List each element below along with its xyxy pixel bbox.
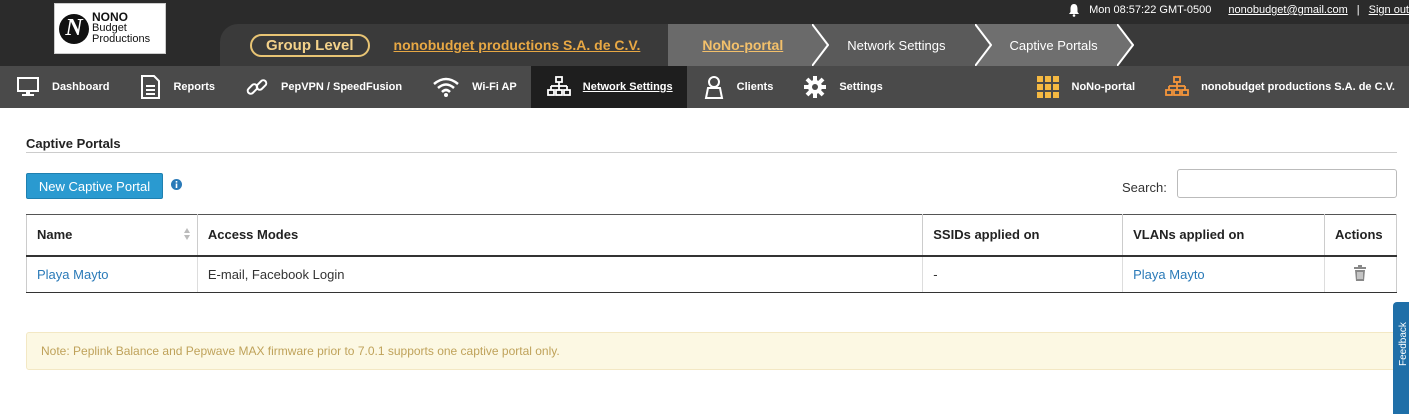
breadcrumb-current-label: Captive Portals (1009, 37, 1098, 53)
group-level-badge: Group Level (250, 33, 370, 57)
breadcrumb-current: Captive Portals (975, 24, 1134, 66)
sort-icon (183, 228, 190, 241)
nav-item-organization[interactable]: nonobudget productions S.A. de C.V. (1149, 66, 1409, 108)
page-title: Captive Portals (26, 136, 121, 151)
separator: | (1356, 4, 1360, 16)
nav-item-settings[interactable]: Settings (787, 66, 896, 108)
cell-vlans: Playa Mayto (1122, 255, 1325, 293)
top-bar: N NONO Budget Productions Mon 08:57:22 G… (0, 0, 1409, 66)
nav-item-pepvpn[interactable]: PepVPN / SpeedFusion (229, 66, 416, 108)
bell-icon[interactable] (1067, 3, 1081, 17)
nav-label: nonobudget productions S.A. de C.V. (1201, 81, 1395, 93)
nav-label: PepVPN / SpeedFusion (281, 81, 403, 93)
nav-label: Clients (736, 81, 774, 93)
nav-item-group[interactable]: NoNo-portal (1020, 66, 1150, 108)
search-label: Search: (1122, 180, 1167, 195)
wifi-icon (433, 77, 459, 97)
breadcrumb-level: Group Level (220, 24, 394, 66)
nav-label: Wi-Fi AP (472, 81, 517, 93)
cell-ssids: - (922, 255, 1124, 293)
nav-item-network-settings[interactable]: Network Settings (530, 66, 687, 108)
user-icon (704, 76, 723, 99)
link-icon (246, 79, 268, 95)
trash-icon[interactable] (1353, 264, 1367, 281)
new-captive-portal-button[interactable]: New Captive Portal (26, 173, 163, 199)
logo-text: NONO Budget Productions (92, 11, 151, 45)
nav-label: NoNo-portal (1071, 81, 1136, 93)
breadcrumb-group-label: NoNo-portal (702, 37, 784, 53)
nav-label: Network Settings (582, 81, 673, 93)
grid-icon (1036, 76, 1059, 98)
table-header-row: Name Access Modes SSIDs applied on VLANs… (26, 214, 1398, 257)
table-row: Playa Mayto E-mail, Facebook Login - Pla… (26, 255, 1398, 293)
monitor-icon (17, 77, 39, 96)
feedback-label: Feedback (1398, 322, 1409, 366)
chevron-right-icon (1116, 24, 1134, 66)
cell-access-modes: E-mail, Facebook Login (197, 255, 924, 293)
breadcrumb: Group Level nonobudget productions S.A. … (220, 24, 1409, 66)
nav-right: NoNo-portal nonobudget productions S.A. … (1020, 66, 1409, 108)
report-icon (141, 75, 161, 99)
user-email-link[interactable]: nonobudget@gmail.com (1228, 4, 1347, 16)
column-header-name[interactable]: Name (26, 214, 198, 257)
cell-name: Playa Mayto (26, 255, 198, 293)
captive-portals-table: Name Access Modes SSIDs applied on VLANs… (26, 214, 1398, 293)
breadcrumb-network-settings-link[interactable]: Network Settings (813, 24, 992, 66)
info-icon[interactable] (171, 179, 182, 190)
gear-icon (804, 76, 827, 98)
column-header-access-modes: Access Modes (196, 214, 924, 257)
nav-item-dashboard[interactable]: Dashboard (0, 66, 123, 108)
nav-label: Dashboard (52, 81, 110, 93)
user-bar: Mon 08:57:22 GMT-0500 nonobudget@gmail.c… (1067, 3, 1409, 17)
chevron-right-icon (974, 24, 992, 66)
chevron-right-icon (812, 24, 830, 66)
search-input[interactable] (1177, 169, 1397, 198)
column-header-label: Name (37, 227, 73, 243)
sign-out-link[interactable]: Sign out (1369, 4, 1409, 16)
logo-line-3: Productions (92, 33, 151, 45)
title-divider (26, 152, 1397, 153)
logo-mark: N (59, 13, 89, 44)
org-icon (1165, 76, 1189, 96)
company-logo[interactable]: N NONO Budget Productions (54, 3, 166, 54)
nav-item-clients[interactable]: Clients (687, 66, 788, 108)
column-header-actions: Actions (1323, 214, 1398, 257)
breadcrumb-group-link[interactable]: NoNo-portal (668, 24, 830, 66)
breadcrumb-network-label: Network Settings (847, 37, 946, 53)
portal-name-link[interactable]: Playa Mayto (37, 267, 109, 282)
main-nav: Dashboard Reports PepVPN / SpeedFusion W… (0, 66, 1409, 108)
nav-label: Settings (839, 81, 883, 93)
breadcrumb-org-link[interactable]: nonobudget productions S.A. de C.V. (394, 24, 669, 66)
column-header-vlans: VLANs applied on (1122, 214, 1325, 257)
nav-label: Reports (173, 81, 216, 93)
column-header-ssids: SSIDs applied on (922, 214, 1124, 257)
clock-text: Mon 08:57:22 GMT-0500 (1089, 4, 1212, 16)
cell-actions (1324, 255, 1398, 293)
network-icon (546, 76, 571, 96)
vlan-link[interactable]: Playa Mayto (1133, 267, 1205, 282)
firmware-note: Note: Peplink Balance and Pepwave MAX fi… (26, 332, 1397, 370)
nav-item-reports[interactable]: Reports (123, 66, 229, 108)
nav-item-wifi-ap[interactable]: Wi-Fi AP (416, 66, 531, 108)
